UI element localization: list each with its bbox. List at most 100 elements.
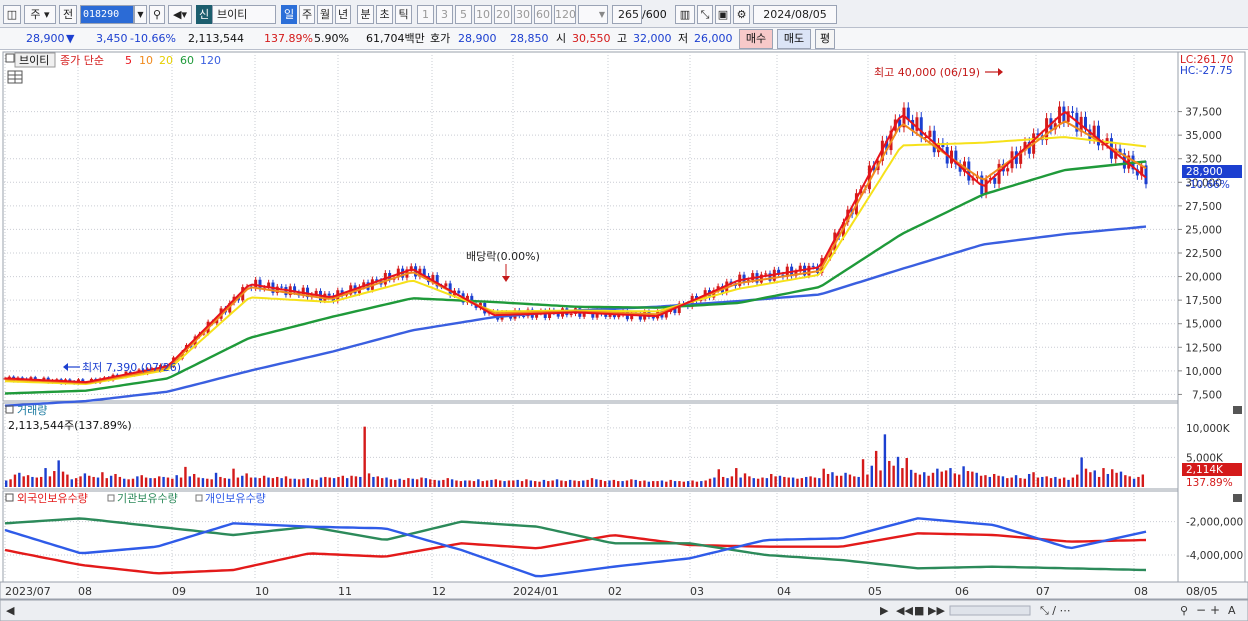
volume-bar <box>1124 475 1127 487</box>
volume-bar <box>909 469 913 487</box>
zoom-slider[interactable] <box>949 605 1031 616</box>
volume-bar <box>940 471 943 487</box>
x-tick-label: 2023/07 <box>5 585 51 598</box>
volume-bar <box>39 476 43 487</box>
scroll-right-icon[interactable]: ▶ <box>880 604 889 617</box>
y-tick-label: 22,500 <box>1185 248 1222 260</box>
candle-body <box>811 265 815 267</box>
volume-bar <box>144 477 148 487</box>
tab-timeframe-second[interactable]: 초 <box>376 5 393 24</box>
volume-bar <box>791 477 795 487</box>
volume-bar <box>262 475 266 487</box>
volume-panel-close-icon[interactable] <box>1233 406 1242 414</box>
volume-bar <box>376 476 379 487</box>
volume-bar <box>53 471 56 487</box>
volume-bar <box>162 476 165 487</box>
date-input[interactable]: 2024/08/05 <box>753 5 837 24</box>
scroll-left-icon[interactable]: ◀ <box>6 604 15 617</box>
turnover-rate: 5.90% <box>314 32 349 45</box>
count-total: /600 <box>642 8 667 21</box>
volume-bar <box>682 481 686 487</box>
zoom-in-icon[interactable]: + <box>1210 603 1220 617</box>
interval-60[interactable]: 60 <box>534 5 552 24</box>
fast-forward-icon[interactable]: ▶▶ <box>928 604 945 617</box>
volume-bar <box>1119 471 1123 487</box>
volume-bar <box>656 481 659 487</box>
prev-button[interactable]: 전 <box>59 5 77 24</box>
volume-bar <box>686 481 690 487</box>
volume-bar <box>136 476 139 487</box>
chart-type-icon[interactable]: ▥ <box>675 5 695 24</box>
candle-body <box>919 117 923 138</box>
volume-bar <box>258 478 261 487</box>
code-dropdown-icon[interactable]: ▼ <box>134 5 147 24</box>
x-tick-label: 08 <box>1134 585 1148 598</box>
candle-body <box>457 290 461 294</box>
speaker-icon[interactable]: ◀▾ <box>168 5 192 24</box>
volume-bar <box>647 481 651 487</box>
tab-timeframe-minute[interactable]: 분 <box>357 5 374 24</box>
volume-bar <box>109 475 113 487</box>
volume-bar <box>201 478 205 487</box>
candle-body <box>1006 168 1010 172</box>
interval-dropdown[interactable]: ▼ <box>578 5 608 24</box>
zoom-out-icon[interactable]: − <box>1196 603 1206 617</box>
volume-bar <box>717 469 720 487</box>
count-input[interactable]: 265 <box>612 5 642 24</box>
volume-bar <box>678 481 681 487</box>
volume-bar <box>472 481 476 487</box>
volume-bar <box>18 472 21 487</box>
interval-30[interactable]: 30 <box>514 5 532 24</box>
volume-bar <box>577 481 581 487</box>
ma10-label: 10 <box>139 54 153 67</box>
search-icon[interactable]: ⚲ <box>149 5 165 24</box>
buy-button[interactable]: 매수 <box>739 29 773 49</box>
volume-bar <box>796 478 799 487</box>
font-size-icon[interactable]: A <box>1228 604 1236 617</box>
rewind-icon[interactable]: ◀◀ <box>896 604 913 617</box>
x-tick-label: 05 <box>868 585 882 598</box>
sell-button[interactable]: 매도 <box>777 29 811 49</box>
interval-5[interactable]: 5 <box>455 5 472 24</box>
volume-bar <box>634 479 637 487</box>
window-menu-icon[interactable]: ◫ <box>3 5 21 24</box>
save-icon[interactable]: ▣ <box>715 5 731 24</box>
tab-timeframe-week[interactable]: 주 <box>299 5 315 24</box>
volume-bar <box>673 481 677 487</box>
volume-bar <box>459 481 463 487</box>
candle-body <box>522 316 526 318</box>
candle-body <box>764 273 768 275</box>
volume-bar <box>429 479 432 487</box>
period-type-select[interactable]: 주 ▾ <box>24 5 56 24</box>
interval-3[interactable]: 3 <box>436 5 453 24</box>
volume-bar <box>831 472 834 487</box>
tab-timeframe-tick[interactable]: 틱 <box>395 5 412 24</box>
volume-bar <box>354 476 358 487</box>
interval-120[interactable]: 120 <box>554 5 576 24</box>
draw-tools-icon[interactable]: ⤡ ∕ ⋯ <box>1040 604 1071 617</box>
stop-icon[interactable]: ■ <box>914 604 924 617</box>
interval-10[interactable]: 10 <box>474 5 492 24</box>
eval-button[interactable]: 평 <box>815 29 835 49</box>
volume-bar <box>992 473 996 487</box>
stock-name-field[interactable]: 브이티 <box>212 5 276 24</box>
volume-bar <box>975 472 978 487</box>
zoom-search-icon[interactable]: ⚲ <box>1180 604 1188 617</box>
volume-bar <box>5 480 8 487</box>
volume-bar <box>988 476 992 487</box>
holding-panel-close-icon[interactable] <box>1233 494 1242 502</box>
volume-bar <box>765 478 769 487</box>
tab-timeframe-year[interactable]: 년 <box>335 5 351 24</box>
volume-bar <box>450 479 454 487</box>
volume-bar <box>1071 477 1075 487</box>
volume-bar <box>516 479 519 487</box>
settings-gear-icon[interactable]: ⚙ <box>733 5 750 24</box>
interval-20[interactable]: 20 <box>494 5 512 24</box>
draw-tool-icon[interactable]: ⤡ <box>697 5 713 24</box>
tab-timeframe-month[interactable]: 월 <box>317 5 333 24</box>
tab-timeframe-day[interactable]: 일 <box>281 5 297 24</box>
volume-bar <box>603 481 607 487</box>
interval-1[interactable]: 1 <box>417 5 434 24</box>
volume-bar <box>962 466 965 487</box>
stock-code-input[interactable]: 018290 <box>80 5 134 24</box>
